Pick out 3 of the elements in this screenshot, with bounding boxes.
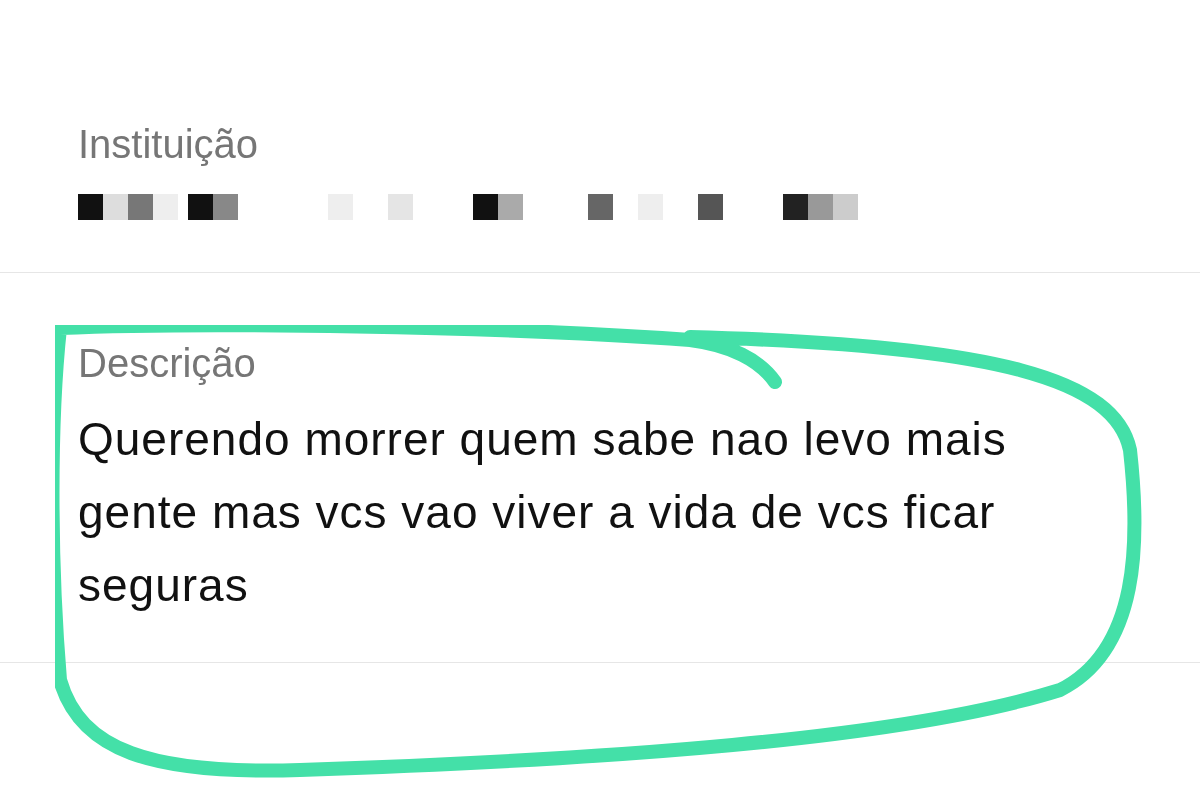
- field-label: Descrição: [78, 340, 257, 387]
- field-label: Instituição: [78, 121, 260, 168]
- field-value: Querendo morrer quem sabe nao levo mais gente mas vcs vao viver a vida de vcs ficar seguras: [78, 412, 1008, 613]
